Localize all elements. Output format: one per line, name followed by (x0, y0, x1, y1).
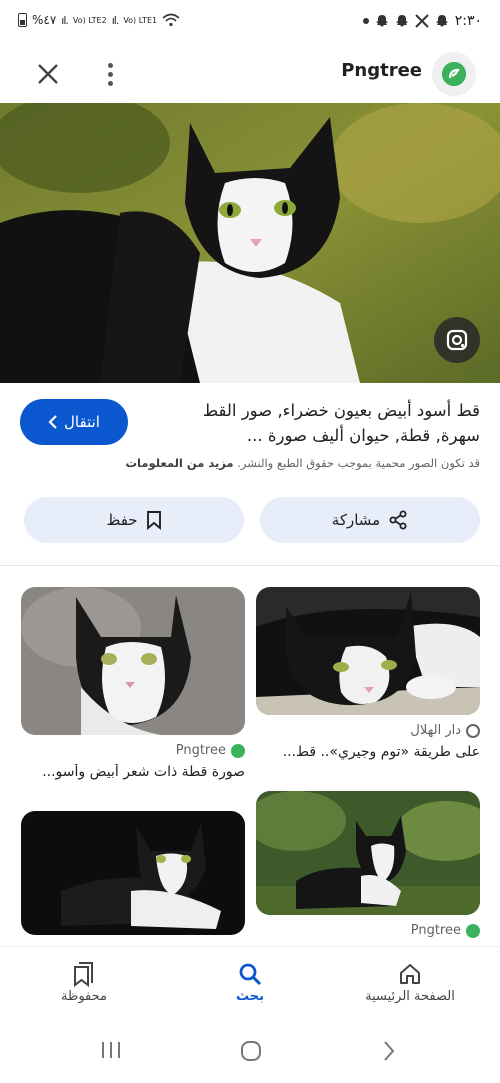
source-label: دار الهلال (410, 723, 461, 738)
action-row: مشاركة حفظ (0, 497, 500, 545)
nav-home[interactable]: الصفحة الرئيسية (340, 959, 480, 1004)
snapchat-icon (375, 15, 388, 27)
result-image[interactable] (0, 103, 500, 383)
cat-photo (0, 103, 500, 383)
related-result-4[interactable] (21, 811, 245, 935)
search-icon (239, 963, 262, 986)
nav-search[interactable]: بحث (180, 959, 320, 1004)
top-app-bar: Pngtree (0, 46, 500, 102)
result-source: Pngtree (256, 923, 480, 938)
clock: ٢:٣٠ (454, 13, 482, 29)
save-label: حفظ (106, 511, 138, 529)
related-image (21, 811, 245, 935)
signal-icon: ıl. (61, 13, 69, 27)
battery-level: %٤٧ (32, 13, 57, 27)
close-button[interactable] (30, 56, 66, 92)
pngtree-logo-icon (442, 62, 466, 86)
result-source: Pngtree (21, 743, 245, 758)
source-label: Pngtree (410, 923, 461, 938)
wifi-icon (162, 13, 180, 27)
result-title[interactable]: قط أسود أبيض بعيون خضراء, صور القط سهرة,… (160, 398, 480, 448)
share-button[interactable]: مشاركة (260, 497, 480, 543)
back-button[interactable] (382, 1040, 396, 1066)
visit-button[interactable]: انتقال (20, 399, 128, 445)
result-caption: على طريقة «توم وجيري».. قط... (282, 744, 480, 760)
snapchat-icon-2 (395, 15, 408, 27)
bookmark-icon (146, 511, 161, 530)
copyright-text: قد تكون الصور محمية بموجب حقوق الطبع وال… (237, 456, 480, 470)
copyright-notice: قد تكون الصور محمية بموجب حقوق الطبع وال… (125, 456, 480, 470)
divider (0, 565, 500, 566)
nav-saved-label: محفوظة (61, 989, 107, 1004)
more-info-link[interactable]: مزيد من المعلومات (125, 456, 233, 470)
nav-search-label: بحث (235, 989, 264, 1004)
save-button[interactable]: حفظ (24, 497, 244, 543)
more-vert-icon (107, 62, 113, 68)
recents-icon (102, 1042, 120, 1058)
related-image (256, 791, 480, 915)
result-info: قط أسود أبيض بعيون خضراء, صور القط سهرة,… (0, 392, 500, 482)
visit-label: انتقال (64, 413, 100, 431)
status-right: ٢:٣٠ (362, 13, 482, 29)
recents-button[interactable] (100, 1040, 122, 1064)
related-result-2[interactable]: Pngtree صورة قطة ذات شعر أبيض وأسو... (21, 587, 245, 780)
site-name[interactable]: Pngtree (341, 60, 422, 81)
related-result-1[interactable]: دار الهلال على طريقة «توم وجيري».. قط... (256, 587, 480, 760)
x-icon (415, 14, 429, 28)
pngtree-favicon-icon (231, 743, 245, 758)
pngtree-favicon-icon (466, 923, 480, 938)
status-bar: %٤٧ ıl. Vo) LTE2 ıl. Vo) LTE1 ٢:٣٠ (0, 0, 500, 46)
network-label-2: Vo) LTE2 (72, 15, 107, 25)
related-image (21, 587, 245, 735)
result-caption: صورة قطة ذات شعر أبيض وأسو... (42, 764, 245, 780)
site-favicon[interactable] (432, 52, 476, 96)
related-result-3[interactable]: Pngtree (256, 791, 480, 938)
back-chevron-icon (384, 1041, 395, 1061)
home-system-button[interactable] (240, 1040, 262, 1066)
related-image (256, 587, 480, 715)
battery-icon (18, 13, 27, 27)
chevron-left-icon (48, 415, 57, 429)
snapchat-icon-3 (435, 15, 448, 27)
bottom-navigation: الصفحة الرئيسية بحث محفوظة (0, 946, 500, 1022)
nav-home-label: الصفحة الرئيسية (365, 989, 455, 1004)
globe-icon (466, 723, 480, 738)
source-label: Pngtree (175, 743, 226, 758)
network-label-1: Vo) LTE1 (123, 15, 158, 25)
signal-icon-2: ıl. (111, 13, 120, 27)
more-options-button[interactable] (96, 56, 124, 92)
home-icon (400, 964, 420, 984)
google-lens-button[interactable] (434, 317, 480, 363)
saved-collections-icon (74, 962, 93, 987)
result-source: دار الهلال (256, 723, 480, 738)
home-circle-icon (241, 1041, 261, 1061)
notification-dot-icon (362, 18, 369, 24)
system-navigation-bar (0, 1022, 500, 1083)
share-label: مشاركة (331, 511, 381, 529)
status-left: %٤٧ ıl. Vo) LTE2 ıl. Vo) LTE1 (18, 13, 180, 27)
close-icon (38, 64, 58, 84)
nav-saved[interactable]: محفوظة (14, 959, 154, 1004)
lens-icon (446, 329, 468, 351)
share-icon (389, 510, 407, 530)
